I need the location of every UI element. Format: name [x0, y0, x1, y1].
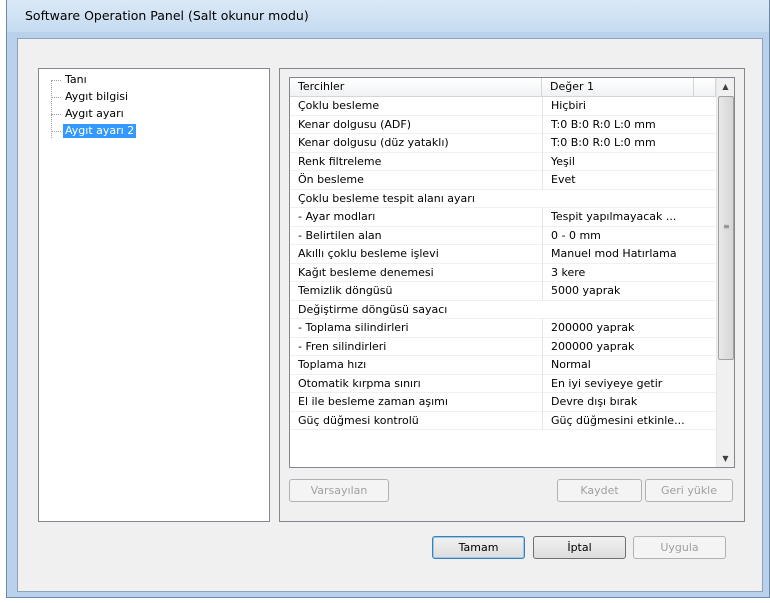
tree-view[interactable]: Tanı Aygıt bilgisi Aygıt ayarı Aygıt aya… — [38, 68, 270, 522]
ok-button[interactable]: Tamam — [432, 536, 525, 559]
column-header-empty — [694, 78, 716, 96]
table-row[interactable]: Kenar dolgusu (düz yataklı) T:0 B:0 R:0 L… — [290, 134, 716, 153]
table-row[interactable]: Otomatik kırpma sınırı En iyi seviyeye ge… — [290, 374, 716, 393]
window-title: Software Operation Panel (Salt okunur mo… — [25, 8, 309, 23]
preference-name: El ile besleme zaman aşımı — [298, 395, 448, 408]
preference-value: Devre dışı bırak — [542, 393, 690, 412]
column-header-value[interactable]: Değer 1 — [542, 78, 694, 96]
preference-name: Çoklu besleme — [298, 99, 380, 112]
preference-name: Değiştirme döngüsü sayacı — [298, 302, 448, 316]
preference-value: Tespit yapılmayacak ... — [542, 208, 690, 227]
scroll-grip-icon: ≡ — [723, 222, 730, 231]
preference-name: - Toplama silindirleri — [298, 321, 409, 334]
preference-name: Renk filtreleme — [298, 154, 382, 168]
preference-value: Evet — [542, 171, 690, 190]
table-row[interactable]: Değiştirme döngüsü sayacı — [290, 301, 716, 319]
column-header-preferences[interactable]: Tercihler — [290, 78, 542, 96]
preference-name: Kağıt besleme denemesi — [298, 265, 434, 279]
table-row[interactable]: Ön besleme Evet — [290, 171, 716, 190]
scroll-up-icon[interactable]: ▲ — [717, 78, 734, 95]
cancel-button[interactable]: İptal — [533, 536, 626, 559]
table-row[interactable]: Kağıt besleme denemesi 3 kere — [290, 263, 716, 282]
tree-item-label: Aygıt bilgisi — [65, 90, 129, 103]
preference-value: Normal — [542, 356, 690, 375]
restore-button[interactable]: Geri yükle — [645, 479, 733, 502]
table-row[interactable]: - Ayar modları Tespit yapılmayacak ... — [290, 208, 716, 227]
preference-value: 3 kere — [542, 263, 690, 282]
preference-value: En iyi seviyeye getir — [542, 374, 690, 393]
tree-item-label: Tanı — [65, 73, 87, 86]
preference-value: Hiçbiri — [542, 97, 690, 116]
title-bar[interactable]: Software Operation Panel (Salt okunur mo… — [7, 0, 769, 32]
tree-item-label: Aygıt ayarı — [65, 107, 124, 120]
preference-value: Manuel mod Hatırlama — [542, 245, 690, 264]
preference-value: 200000 yaprak — [542, 319, 690, 338]
scroll-thumb[interactable]: ≡ — [718, 96, 734, 360]
preference-name: Otomatik kırpma sınırı — [298, 376, 421, 390]
preference-value: 0 - 0 mm — [542, 226, 690, 245]
list-header: Tercihler Değer 1 — [290, 78, 716, 97]
table-row[interactable]: Temizlik döngüsü 5000 yaprak — [290, 282, 716, 301]
settings-list[interactable]: Tercihler Değer 1 Çoklu besleme Hiçbiri Ke… — [289, 77, 735, 468]
table-row[interactable]: - Fren silindirleri 200000 yaprak — [290, 337, 716, 356]
table-row[interactable]: - Toplama silindirleri 200000 yaprak — [290, 319, 716, 338]
table-row[interactable]: Renk filtreleme Yeşil — [290, 152, 716, 171]
preference-name: - Ayar modları — [298, 210, 376, 223]
preference-value: T:0 B:0 R:0 L:0 mm — [542, 115, 690, 134]
vertical-scrollbar[interactable]: ▲ ≡ ▼ — [716, 78, 734, 467]
preference-name: Kenar dolgusu (ADF) — [298, 117, 411, 131]
preference-name: Güç düğmesi kontrolü — [298, 413, 419, 427]
preference-value: T:0 B:0 R:0 L:0 mm — [542, 134, 690, 153]
table-row[interactable]: El ile besleme zaman aşımı Devre dışı bır… — [290, 393, 716, 412]
preference-name: Temizlik döngüsü — [298, 284, 393, 297]
table-row[interactable]: - Belirtilen alan 0 - 0 mm — [290, 226, 716, 245]
preference-name: Toplama hızı — [298, 358, 367, 371]
preference-name: Kenar dolgusu (düz yataklı) — [298, 136, 449, 149]
preference-value: 200000 yaprak — [542, 337, 690, 356]
tree-connector-line — [51, 81, 52, 138]
scroll-down-icon[interactable]: ▼ — [717, 450, 734, 467]
save-button[interactable]: Kaydet — [557, 479, 642, 502]
preference-name: Ön besleme — [298, 173, 364, 186]
table-row[interactable]: Akıllı çoklu besleme işlevi Manuel mod Ha… — [290, 245, 716, 264]
preference-name: - Fren silindirleri — [298, 339, 387, 353]
tree-item-label: Aygıt ayarı 2 — [63, 124, 137, 138]
table-row[interactable]: Güç düğmesi kontrolü Güç düğmesini etkinl… — [290, 411, 716, 430]
preference-value: 5000 yaprak — [542, 282, 690, 301]
preference-name: Akıllı çoklu besleme işlevi — [298, 247, 439, 260]
table-row[interactable]: Toplama hızı Normal — [290, 356, 716, 375]
table-row[interactable]: Kenar dolgusu (ADF) T:0 B:0 R:0 L:0 mm — [290, 115, 716, 134]
table-row[interactable]: Çoklu besleme tespit alanı ayarı — [290, 190, 716, 208]
apply-button[interactable]: Uygula — [633, 536, 726, 559]
preference-value: Yeşil — [542, 152, 690, 171]
defaults-button[interactable]: Varsayılan — [289, 479, 389, 502]
list-rows: Çoklu besleme Hiçbiri Kenar dolgusu (ADF) T… — [290, 97, 716, 430]
table-row[interactable]: Çoklu besleme Hiçbiri — [290, 97, 716, 116]
preference-name: - Belirtilen alan — [298, 228, 382, 242]
preference-name: Çoklu besleme tespit alanı ayarı — [298, 191, 475, 205]
preference-value: Güç düğmesini etkinle... — [542, 411, 690, 430]
